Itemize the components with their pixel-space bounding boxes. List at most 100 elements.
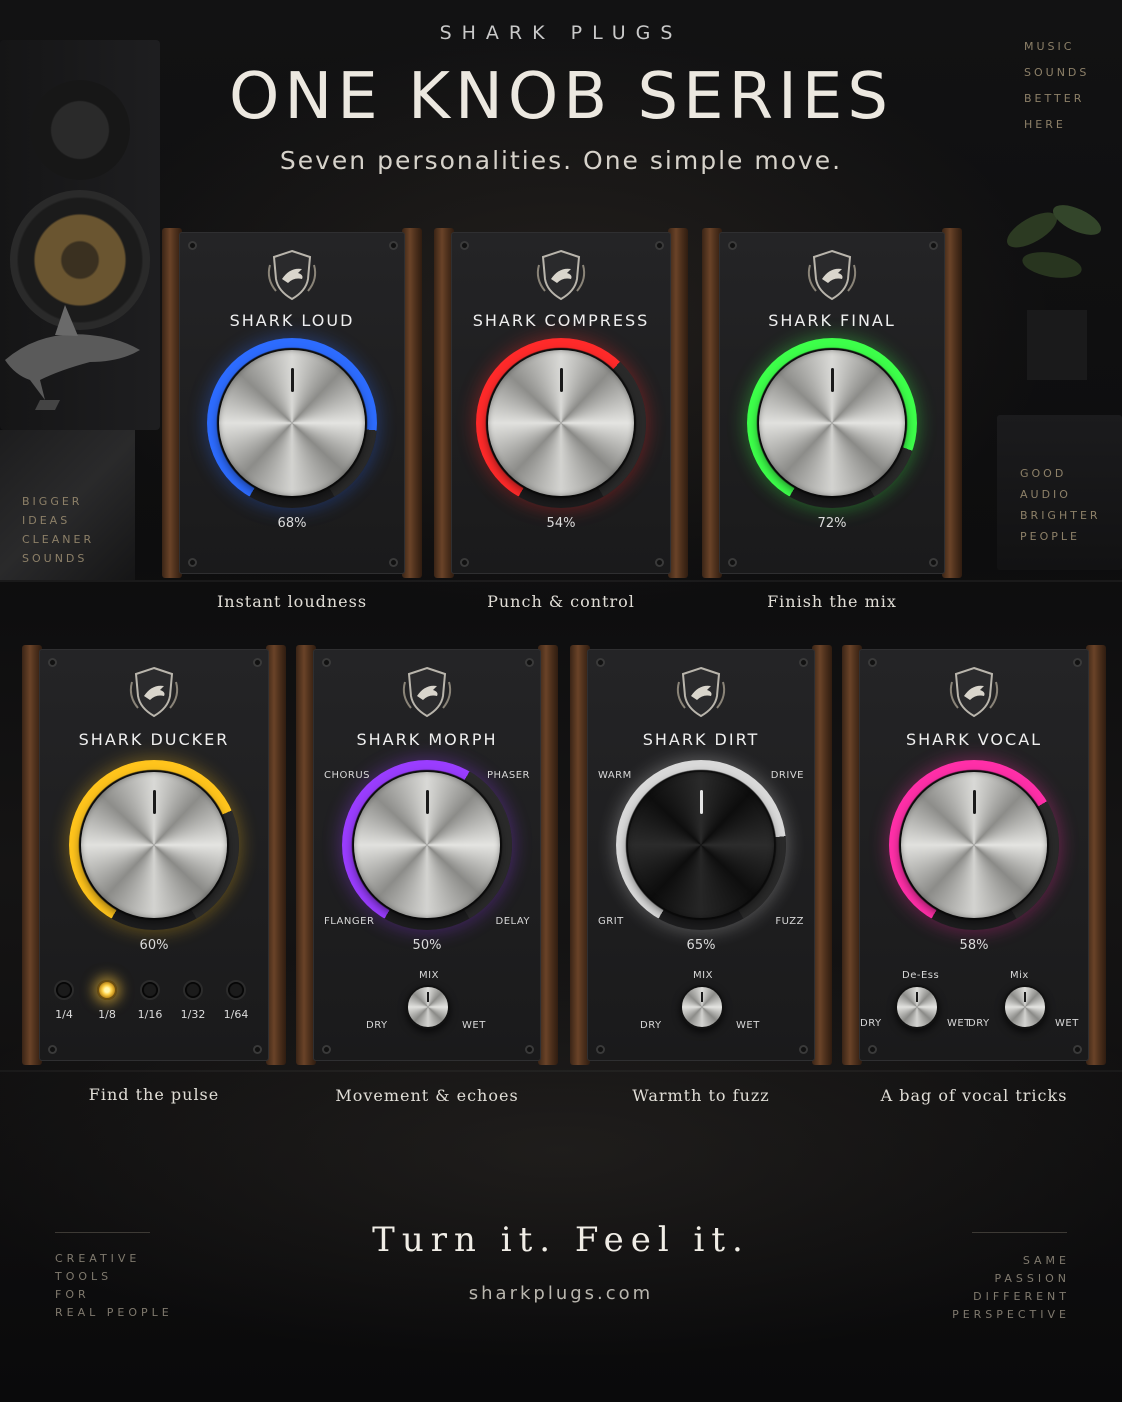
screw-icon: [389, 241, 398, 250]
mix-knob[interactable]: [1003, 985, 1047, 1029]
tagline: Turn it. Feel it.: [372, 1220, 750, 1260]
screw-icon: [48, 1045, 57, 1054]
main-knob[interactable]: [488, 350, 634, 496]
rate-led[interactable]: [226, 980, 246, 1000]
plugin-card-shark-vocal[interactable]: SHARK VOCAL 58% De-Ess DRY WET Mix DRY WET: [842, 645, 1106, 1065]
screw-icon: [728, 558, 737, 567]
plugin-name: SHARK VOCAL: [905, 730, 1043, 749]
plugin-name: SHARK MORPH: [356, 730, 498, 749]
shark-statue-icon: [5, 305, 140, 410]
rate-label: 1/8: [98, 1008, 116, 1021]
screw-icon: [460, 241, 469, 250]
mode-label: CHORUS: [324, 770, 370, 781]
mini-knob-label: De-Ess: [902, 970, 940, 981]
level-ring[interactable]: [342, 760, 512, 930]
value-readout: 72%: [817, 516, 847, 531]
main-knob[interactable]: [628, 772, 774, 918]
screw-icon: [48, 658, 57, 667]
mix-label: MIX: [419, 970, 439, 981]
plugin-card-shark-compress[interactable]: SHARK COMPRESS 54%: [434, 228, 688, 578]
level-ring[interactable]: [889, 760, 1059, 930]
plugin-name: SHARK LOUD: [229, 311, 355, 330]
screw-icon: [799, 658, 808, 667]
wood-side-right: [1086, 645, 1106, 1065]
main-knob[interactable]: [219, 350, 365, 496]
knob-pointer: [425, 789, 429, 815]
level-ring[interactable]: [207, 338, 377, 508]
screw-icon: [596, 658, 605, 667]
mix-knob[interactable]: [680, 985, 724, 1029]
main-knob[interactable]: [354, 772, 500, 918]
de-ess-knob[interactable]: [895, 985, 939, 1029]
page-title: ONE KNOB SERIES: [229, 60, 893, 134]
screw-icon: [1073, 658, 1082, 667]
plugin-card-shark-morph[interactable]: SHARK MORPH 50% CHORUS PHASER FLANGER DELAY MI…: [296, 645, 558, 1065]
screw-icon: [253, 1045, 262, 1054]
rate-label: 1/16: [137, 1008, 163, 1021]
mode-label: PHASER: [486, 770, 530, 781]
caption-shark-morph: Movement & echoes: [335, 1086, 519, 1105]
rate-led[interactable]: [97, 980, 117, 1000]
plugin-panel: SHARK DUCKER 60% 1/4 1/8 1/16 1/32 1/64: [39, 649, 269, 1061]
rate-led[interactable]: [54, 980, 74, 1000]
plugin-card-shark-ducker[interactable]: SHARK DUCKER 60% 1/4 1/8 1/16 1/32 1/64: [22, 645, 286, 1065]
level-ring[interactable]: [616, 760, 786, 930]
shark-crest-icon: [531, 245, 591, 305]
mode-label: DELAY: [495, 916, 530, 927]
caption-shark-loud: Instant loudness: [216, 592, 368, 611]
knob-pointer: [699, 789, 703, 815]
main-knob[interactable]: [901, 772, 1047, 918]
rate-label: 1/64: [223, 1008, 249, 1021]
shark-crest-icon: [802, 245, 862, 305]
mix-knob[interactable]: [406, 985, 450, 1029]
screw-icon: [868, 658, 877, 667]
screw-icon: [929, 558, 938, 567]
wet-label: WET: [462, 1020, 486, 1031]
mode-label: GRIT: [598, 916, 624, 927]
plugin-name: SHARK DUCKER: [78, 730, 230, 749]
shelf-divider: [0, 580, 1122, 582]
plugin-name: SHARK FINAL: [768, 311, 896, 330]
value-readout: 65%: [686, 938, 716, 953]
wood-side-right: [812, 645, 832, 1065]
screw-icon: [655, 558, 664, 567]
knob-pointer: [830, 367, 834, 393]
shelf-divider: [0, 1070, 1122, 1072]
level-ring[interactable]: [747, 338, 917, 508]
rate-label: 1/4: [55, 1008, 73, 1021]
plugin-panel: SHARK VOCAL 58% De-Ess DRY WET Mix DRY WET: [859, 649, 1089, 1061]
level-ring[interactable]: [69, 760, 239, 930]
dry-label: DRY: [860, 1018, 882, 1029]
dry-label: DRY: [640, 1020, 662, 1031]
caption-shark-ducker: Find the pulse: [88, 1085, 220, 1104]
wood-side-right: [668, 228, 688, 578]
plugin-panel: SHARK COMPRESS 54%: [451, 232, 671, 574]
caption-shark-vocal: A bag of vocal tricks: [880, 1086, 1068, 1105]
screw-icon: [253, 658, 262, 667]
plugin-card-shark-final[interactable]: SHARK FINAL 72%: [702, 228, 962, 578]
plugin-name: SHARK DIRT: [642, 730, 760, 749]
value-readout: 50%: [412, 938, 442, 953]
wet-label: WET: [736, 1020, 760, 1031]
plugin-card-shark-dirt[interactable]: SHARK DIRT 65% WARM DRIVE GRIT FUZZ MIX DRY WET: [570, 645, 832, 1065]
plugin-panel: SHARK MORPH 50% CHORUS PHASER FLANGER DELAY MI…: [313, 649, 541, 1061]
screw-icon: [188, 241, 197, 250]
website-link[interactable]: sharkplugs.com: [0, 1283, 1122, 1304]
rate-led[interactable]: [140, 980, 160, 1000]
mode-label: DRIVE: [770, 770, 804, 781]
shark-crest-icon: [397, 662, 457, 722]
rate-label: 1/32: [180, 1008, 206, 1021]
screw-icon: [188, 558, 197, 567]
mode-label: FUZZ: [775, 916, 804, 927]
screw-icon: [929, 241, 938, 250]
page-subtitle: Seven personalities. One simple move.: [279, 146, 843, 175]
main-knob[interactable]: [81, 772, 227, 918]
wood-side-right: [538, 645, 558, 1065]
screw-icon: [596, 1045, 605, 1054]
plant-decoration: [1007, 205, 1102, 380]
plugin-card-shark-loud[interactable]: SHARK LOUD 68%: [162, 228, 422, 578]
main-knob[interactable]: [759, 350, 905, 496]
level-ring[interactable]: [476, 338, 646, 508]
screw-icon: [389, 558, 398, 567]
rate-led[interactable]: [183, 980, 203, 1000]
